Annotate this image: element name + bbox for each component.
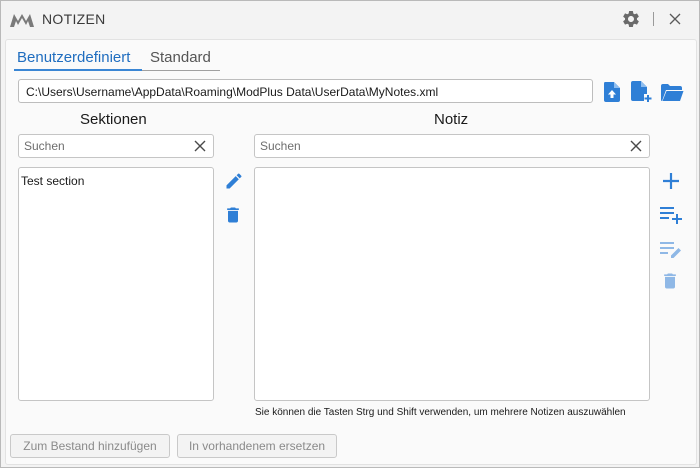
main-panel: Benutzerdefiniert Standard C:\Users\User…	[5, 39, 697, 465]
edit-pencil-icon[interactable]	[224, 171, 244, 191]
new-file-icon[interactable]	[630, 81, 654, 103]
list-item[interactable]: Test section	[21, 174, 84, 188]
delete-trash-icon[interactable]	[223, 204, 243, 226]
tab-standard[interactable]: Standard	[150, 49, 211, 66]
notes-heading: Notiz	[434, 111, 469, 128]
upload-file-icon[interactable]	[603, 82, 621, 102]
sections-search	[18, 134, 214, 158]
clear-search-icon[interactable]	[194, 140, 206, 152]
delete-note-trash-icon[interactable]	[660, 270, 680, 292]
close-icon[interactable]	[668, 12, 682, 26]
notes-search	[254, 134, 650, 158]
notes-window: NOTIZEN Benutzerdefiniert Standard C:\Us…	[0, 0, 700, 468]
tab-benutzerdefiniert[interactable]: Benutzerdefiniert	[17, 49, 130, 66]
open-folder-icon[interactable]	[660, 84, 684, 102]
titlebar-separator	[653, 12, 654, 26]
app-logo-icon	[10, 14, 34, 27]
file-path-field[interactable]: C:\Users\Username\AppData\Roaming\ModPlu…	[18, 79, 593, 103]
title-bar: NOTIZEN	[1, 1, 699, 37]
settings-gear-icon[interactable]	[621, 9, 641, 29]
multi-select-hint: Sie können die Tasten Strg und Shift ver…	[255, 407, 626, 418]
notes-search-input[interactable]	[260, 138, 420, 154]
replace-existing-button[interactable]: In vorhandenem ersetzen	[177, 434, 337, 458]
sections-search-input[interactable]	[24, 138, 184, 154]
sections-list[interactable]: Test section	[18, 167, 214, 401]
sections-heading: Sektionen	[80, 111, 147, 128]
add-to-existing-button[interactable]: Zum Bestand hinzufügen	[10, 434, 170, 458]
add-list-icon[interactable]	[659, 205, 683, 225]
window-title: NOTIZEN	[42, 11, 106, 27]
tab-active-indicator	[14, 69, 142, 71]
add-plus-icon[interactable]	[661, 171, 681, 191]
notes-list[interactable]	[254, 167, 650, 401]
clear-search-icon[interactable]	[630, 140, 642, 152]
edit-list-icon[interactable]	[659, 240, 683, 260]
